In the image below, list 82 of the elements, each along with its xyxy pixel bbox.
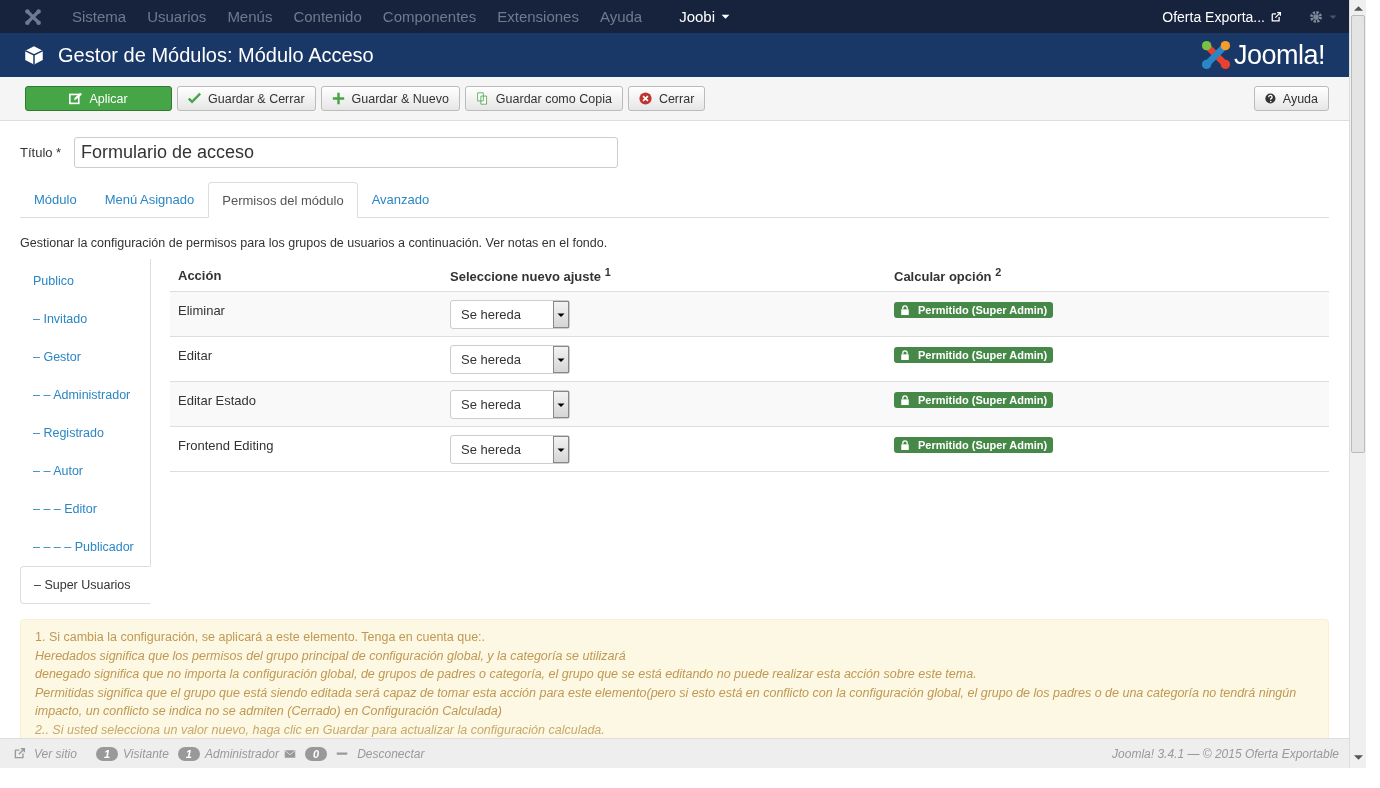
lock-icon [900,395,910,405]
cube-icon [24,45,44,65]
page-title: Gestor de Módulos: Módulo Acceso [58,43,374,67]
status-label: Permitido (Super Admin) [894,437,1054,453]
checkmark-icon [188,92,201,105]
external-link-icon [1271,11,1281,22]
site-link[interactable]: Oferta Exporta... [1162,8,1281,25]
joomla-logo-icon [1200,40,1231,70]
tab[interactable]: Menú Asignado [90,182,209,217]
edit-icon [69,92,83,105]
menu-item[interactable]: Contenido [293,8,362,25]
envelope-icon [284,747,296,760]
column-header: Calcular opción $^{2}$ [894,265,1003,285]
title-input[interactable]: Formulario de acceso [74,137,618,168]
tab[interactable]: Permisos del módulo [208,182,358,218]
column-header: Acción [178,267,223,283]
group-tab[interactable]: – Gestor [20,338,150,376]
action-cell-text: Editar Estado [178,392,258,410]
joomla-logo-icon [24,7,42,26]
copy-icon [475,92,489,105]
scroll-down-icon[interactable] [1353,753,1363,762]
action-cell-text: Editar [178,347,213,365]
user-menu[interactable]: Joobi [679,8,731,25]
action-cell-text: Frontend Editing [178,437,275,455]
save-copy-button[interactable]: Guardar como Copia [464,86,623,111]
group-tab[interactable]: – – Administrador [20,376,150,414]
group-tab[interactable]: – – – – Publicador [20,528,150,566]
external-link-icon [14,748,25,759]
tab[interactable]: Avanzado [357,182,444,217]
intro-text: Gestionar la configuración de permisos para los grupos de usuarios a continuación. Ver notas en el fondo. [20,236,609,250]
group-tab[interactable]: – Invitado [20,300,150,338]
menu-item[interactable]: Componentes [382,8,477,25]
lock-icon [900,350,910,360]
visitors-label: Visitante [123,746,169,761]
logo-text: Joomla! [1233,39,1325,71]
save-new-button[interactable]: Guardar & Nuevo [320,86,460,111]
action-cell-text: Eliminar [178,302,226,320]
close-button[interactable]: Cerrar [627,86,706,111]
note-text: denegado significa que no importa la configuración global, de grupos de padres o categoría, el grupo que se está editando no puede realizar esta acción sobre este tema. [35,666,978,683]
count-badge: 0 [305,746,328,761]
setting-select[interactable]: Se hereda [450,345,570,374]
menu-item[interactable]: Menús [227,8,273,25]
gear-icon[interactable] [1309,9,1323,24]
setting-select[interactable]: Se hereda [450,435,570,464]
status-label: Permitido (Super Admin) [894,302,1054,318]
count-badge: 1 [177,746,200,761]
note-text: Heredados significa que los permisos del grupo principal de configuración global, y la categoría se utilizará [35,647,627,665]
version-text: Joomla! 3.4.1 — © 2015 Oferta Exportable [1112,746,1339,761]
group-tab[interactable]: – Super Usuarios [20,566,151,604]
note-text: Permitidas significa que el grupo que está siendo editada será capaz de tomar esta acción para este elemento(pero si esto está en conflicto con la configuración global, el grupo de los padres o de una categoría no tendrá ningún impacto, un conflicto se indica no se admiten (Cerrado) en Configuración Calculada) [35,684,1298,720]
menu-item[interactable]: Sistema [72,8,127,25]
caret-icon [721,12,731,21]
group-tab[interactable]: – Registrado [20,414,150,452]
menu-item[interactable]: Ayuda [599,8,643,25]
group-tab[interactable]: Publico [20,262,150,300]
column-header: Seleccione nuevo ajuste $^{1}$ [450,265,612,285]
menu-item[interactable]: Extensiones [497,8,579,25]
status-label: Permitido (Super Admin) [894,392,1054,408]
lock-icon [900,305,910,315]
count-badge: 1 [95,746,119,761]
lock-icon [900,440,910,450]
field-label: Título * [20,145,62,160]
help-button[interactable]: Ayuda [1254,86,1329,111]
setting-select[interactable]: Se hereda [450,300,570,329]
group-tab[interactable]: – – – Editor [20,490,150,528]
tab[interactable]: Módulo [20,182,91,217]
admins-label: Administrador [204,746,279,761]
status-label: Permitido (Super Admin) [894,347,1054,363]
note-text: 2.. Si usted selecciona un valor nuevo, haga clic en Guardar para actualizar la configuración calculada. [35,721,606,739]
group-tab[interactable]: – – Autor [20,452,150,490]
help-icon [1265,92,1276,105]
logout-link[interactable]: Desconectar [357,746,425,761]
close-icon [638,92,652,105]
plus-icon [331,92,345,105]
note-text: 1. Si cambia la configuración, se aplicará a este elemento. Tenga en cuenta que:. [35,629,487,646]
menu-item[interactable]: Usuarios [147,8,207,25]
scrollbar[interactable] [1349,0,1366,768]
view-site-link[interactable]: Ver sitio [34,746,77,761]
apply-button[interactable]: Aplicar [25,86,172,111]
scroll-up-icon[interactable] [1353,4,1363,13]
setting-select[interactable]: Se hereda [450,390,570,419]
save-close-button[interactable]: Guardar & Cerrar [177,86,316,111]
